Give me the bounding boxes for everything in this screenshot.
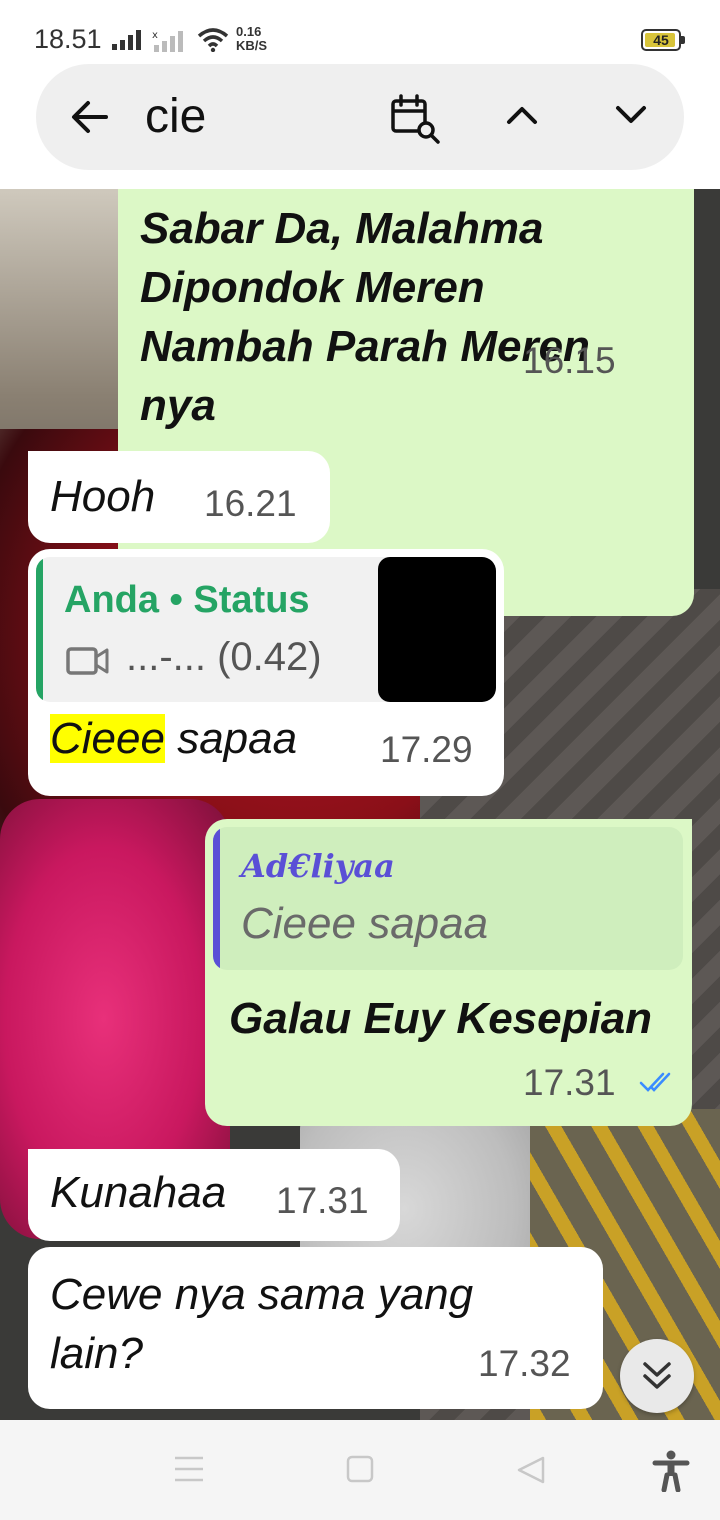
message-time: 17.31: [276, 1180, 369, 1221]
scroll-to-bottom-button[interactable]: [620, 1339, 694, 1413]
message-bubble-incoming[interactable]: Hooh 16.21: [28, 451, 330, 543]
message-text: Cieee sapaa: [50, 709, 297, 768]
message-time: 16.21: [204, 483, 297, 524]
battery-level: 45: [653, 32, 669, 48]
message-line: lain?: [50, 1329, 143, 1378]
status-bar: 18.51 x 0.16 KB/S 45: [0, 0, 720, 70]
message-bubble-outgoing[interactable]: Ad€liyaa Cieee sapaa Galau Euy Kesepian …: [205, 819, 692, 1126]
menu-icon[interactable]: [174, 1455, 204, 1483]
reply-author: Ad€liyaa: [241, 847, 395, 885]
quote-author: Anda • Status: [64, 579, 310, 621]
video-icon: [66, 647, 109, 675]
message-time: 16.15: [523, 340, 616, 381]
message-bubble-incoming[interactable]: Kunahaa 17.31: [28, 1149, 400, 1241]
message-bubble-incoming[interactable]: Anda • Status ...-... (0.42) Cieee sapaa…: [28, 549, 504, 796]
quoted-reply[interactable]: Ad€liyaa Cieee sapaa: [213, 827, 683, 970]
network-speed-unit: KB/S: [236, 38, 268, 53]
chat-area[interactable]: Sabar Da, Malahma Dipondok Meren Nambah …: [0, 189, 720, 1420]
quote-accent-bar: [36, 557, 43, 702]
message-line: Sabar Da, Malahma: [140, 204, 544, 253]
system-navigation-bar: [0, 1420, 720, 1520]
reply-accent-bar: [213, 827, 220, 970]
status-thumbnail: [378, 557, 496, 702]
double-chevron-down-icon: [643, 1362, 671, 1389]
battery-cap: [681, 36, 685, 44]
message-time: 17.31: [523, 1062, 616, 1103]
message-time: 17.29: [380, 729, 473, 770]
read-receipt-icon: [639, 1072, 671, 1092]
chevron-down-icon[interactable]: [614, 104, 648, 126]
message-text: Hooh: [50, 472, 156, 521]
message-text: Galau Euy Kesepian: [229, 994, 653, 1043]
message-text: Cewe nya sama yang lain?: [50, 1265, 530, 1383]
signal-no-service-icon: x: [152, 30, 183, 52]
accessibility-icon[interactable]: [652, 1450, 690, 1492]
message-time: 17.32: [478, 1343, 571, 1384]
message-text: Kunahaa: [50, 1168, 227, 1217]
calendar-search-icon[interactable]: [388, 92, 444, 148]
signal-strength-icon: [112, 30, 141, 50]
back-arrow-icon[interactable]: [70, 97, 110, 137]
chevron-up-icon[interactable]: [505, 104, 539, 126]
message-bubble-incoming[interactable]: Cewe nya sama yang lain? 17.32: [28, 1247, 603, 1409]
search-highlight: Cieee: [50, 714, 165, 763]
message-text: Sabar Da, Malahma Dipondok Meren Nambah …: [140, 199, 640, 435]
reply-text: Cieee sapaa: [241, 899, 489, 948]
wifi-icon: [197, 28, 229, 52]
search-bar: [36, 64, 684, 170]
battery-icon: 45: [641, 29, 685, 51]
search-input[interactable]: cie: [145, 89, 206, 144]
quoted-status[interactable]: Anda • Status ...-... (0.42): [36, 557, 496, 702]
back-icon[interactable]: [516, 1455, 546, 1485]
message-line: nya: [140, 381, 216, 430]
message-text-rest: sapaa: [164, 714, 298, 763]
network-speed-value: 0.16: [236, 24, 262, 39]
network-speed: 0.16 KB/S: [236, 25, 267, 53]
status-time: 18.51: [34, 24, 102, 54]
home-icon[interactable]: [346, 1455, 374, 1483]
message-line: Cewe nya sama yang: [50, 1270, 474, 1319]
svg-text:x: x: [152, 30, 158, 41]
message-line: Dipondok Meren: [140, 263, 485, 312]
quote-snippet: ...-... (0.42): [126, 635, 322, 679]
